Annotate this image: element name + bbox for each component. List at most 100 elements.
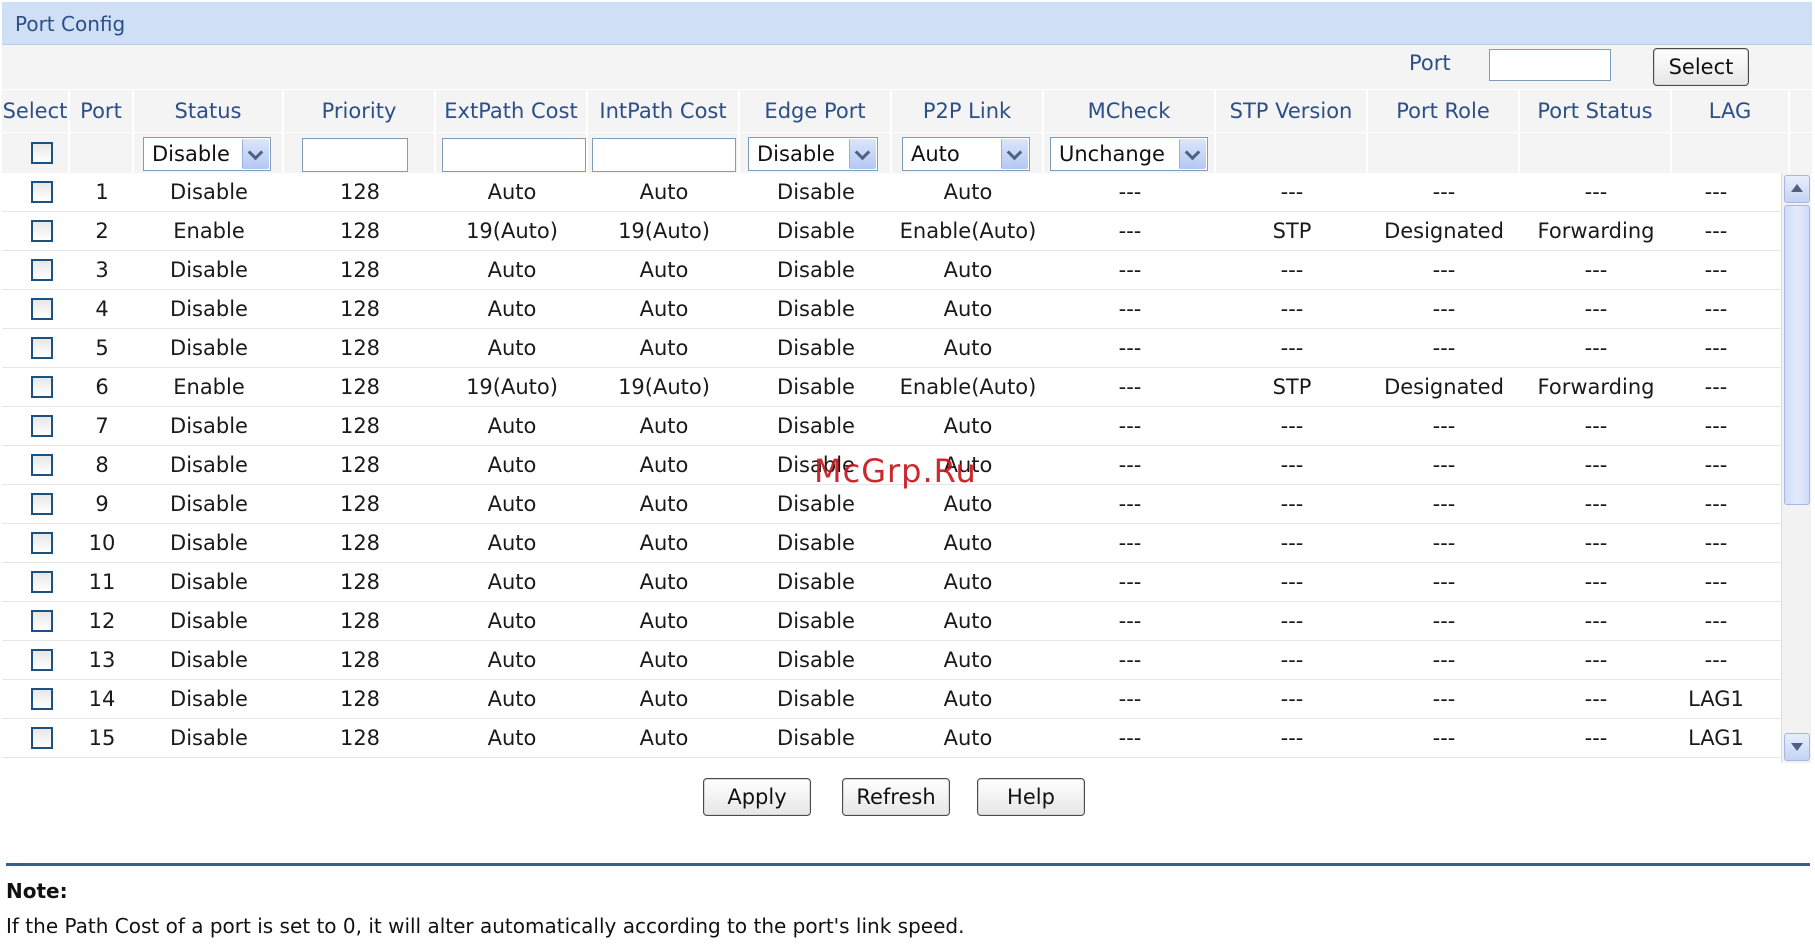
- stp-version-value: ---: [1280, 180, 1304, 204]
- port-number: 9: [95, 492, 109, 516]
- row-select-checkbox[interactable]: [31, 415, 53, 437]
- row-select-checkbox[interactable]: [31, 298, 53, 320]
- edge-port-value: Disable: [777, 531, 855, 555]
- status-select[interactable]: Disable: [143, 137, 271, 171]
- row-select-checkbox[interactable]: [31, 532, 53, 554]
- refresh-button[interactable]: Refresh: [842, 778, 950, 816]
- lag-value: ---: [1704, 375, 1728, 399]
- status-value: Disable: [170, 726, 248, 750]
- edge-port-value: Disable: [777, 609, 855, 633]
- stp-version-value: ---: [1280, 609, 1304, 633]
- table-body: 1 Disable 128 Auto Auto Disable Auto --- --- --- -…: [2, 173, 1782, 763]
- table-row: 4 Disable 128 Auto Auto Disable Auto --- --- --- -…: [2, 290, 1782, 329]
- port-number: 6: [95, 375, 109, 399]
- lag-value: ---: [1704, 414, 1728, 438]
- mcheck-select[interactable]: Unchange: [1050, 137, 1208, 171]
- p2p-link-value: Enable(Auto): [899, 375, 1037, 399]
- note-title: Note:: [6, 879, 68, 903]
- port-search-bar: Port Select: [2, 45, 1812, 89]
- ext-path-cost-value: Auto: [487, 453, 537, 477]
- port-status-value: ---: [1584, 336, 1608, 360]
- select-cell: [2, 524, 70, 562]
- row-select-checkbox[interactable]: [31, 688, 53, 710]
- row-select-checkbox[interactable]: [31, 727, 53, 749]
- edge-port-value: Disable: [777, 297, 855, 321]
- lag-value: ---: [1704, 609, 1728, 633]
- ext-path-cost-input[interactable]: [442, 138, 586, 172]
- table-scrollbar[interactable]: [1781, 173, 1811, 763]
- port-role-value: ---: [1432, 687, 1456, 711]
- col-header-p2p-link: P2P Link: [892, 90, 1044, 132]
- port-status-value: ---: [1584, 297, 1608, 321]
- mcheck-value: ---: [1118, 375, 1142, 399]
- select-cell: [2, 485, 70, 523]
- priority-value: 128: [339, 258, 381, 282]
- table-header: Select Port Status Priority ExtPath Cost…: [2, 90, 1812, 132]
- apply-button[interactable]: Apply: [703, 778, 811, 816]
- row-select-checkbox[interactable]: [31, 337, 53, 359]
- select-cell: [2, 641, 70, 679]
- stp-version-value: ---: [1280, 453, 1304, 477]
- table-row: 13 Disable 128 Auto Auto Disable Auto --- --- ---…: [2, 641, 1782, 680]
- port-number: 15: [88, 726, 116, 750]
- row-select-checkbox[interactable]: [31, 454, 53, 476]
- port-select-button[interactable]: Select: [1653, 48, 1749, 86]
- row-select-checkbox[interactable]: [31, 649, 53, 671]
- port-role-value: ---: [1432, 570, 1456, 594]
- stp-version-value: ---: [1280, 492, 1304, 516]
- chevron-down-icon[interactable]: [242, 139, 269, 169]
- row-select-checkbox[interactable]: [31, 220, 53, 242]
- ext-path-cost-value: Auto: [487, 297, 537, 321]
- select-cell: [2, 719, 70, 757]
- int-path-cost-value: Auto: [639, 609, 689, 633]
- priority-value: 128: [339, 687, 381, 711]
- priority-value: 128: [339, 375, 381, 399]
- scroll-up-arrow-icon[interactable]: [1784, 175, 1810, 203]
- lag-value: ---: [1704, 570, 1728, 594]
- status-value: Disable: [170, 336, 248, 360]
- edge-port-value: Disable: [777, 414, 855, 438]
- int-path-cost-input[interactable]: [592, 138, 736, 172]
- help-button[interactable]: Help: [977, 778, 1085, 816]
- chevron-down-icon[interactable]: [1001, 139, 1028, 169]
- status-select-value: Disable: [152, 142, 230, 166]
- lag-value: ---: [1704, 453, 1728, 477]
- scrollbar-thumb[interactable]: [1784, 205, 1810, 505]
- select-cell: [2, 251, 70, 289]
- row-select-checkbox[interactable]: [31, 610, 53, 632]
- row-select-checkbox[interactable]: [31, 181, 53, 203]
- select-all-checkbox[interactable]: [31, 142, 53, 164]
- priority-input[interactable]: [302, 138, 408, 172]
- chevron-down-icon[interactable]: [849, 139, 876, 169]
- edge-port-value: Disable: [777, 726, 855, 750]
- mcheck-value: ---: [1118, 726, 1142, 750]
- mcheck-value: ---: [1118, 687, 1142, 711]
- row-select-checkbox[interactable]: [31, 571, 53, 593]
- lag-value: ---: [1704, 336, 1728, 360]
- port-number: 7: [95, 414, 109, 438]
- mcheck-value: ---: [1118, 531, 1142, 555]
- select-cell: [2, 407, 70, 445]
- priority-value: 128: [339, 219, 381, 243]
- int-path-cost-value: Auto: [639, 336, 689, 360]
- row-select-checkbox[interactable]: [31, 376, 53, 398]
- ext-path-cost-value: Auto: [487, 414, 537, 438]
- stp-version-value: STP: [1272, 375, 1312, 399]
- col-header-extpath-cost: ExtPath Cost: [436, 90, 588, 132]
- p2p-link-value: Auto: [943, 336, 993, 360]
- p2p-link-select[interactable]: Auto: [902, 137, 1030, 171]
- lag-value: ---: [1704, 297, 1728, 321]
- scroll-down-arrow-icon[interactable]: [1784, 733, 1810, 761]
- col-header-port-status: Port Status: [1520, 90, 1672, 132]
- status-value: Disable: [170, 531, 248, 555]
- mcheck-select-value: Unchange: [1059, 142, 1165, 166]
- port-role-value: ---: [1432, 258, 1456, 282]
- row-select-checkbox[interactable]: [31, 493, 53, 515]
- p2p-link-value: Auto: [943, 297, 993, 321]
- edge-port-select[interactable]: Disable: [748, 137, 878, 171]
- int-path-cost-value: Auto: [639, 687, 689, 711]
- chevron-down-icon[interactable]: [1179, 139, 1206, 169]
- select-cell: [2, 212, 70, 250]
- port-search-input[interactable]: [1489, 49, 1611, 81]
- row-select-checkbox[interactable]: [31, 259, 53, 281]
